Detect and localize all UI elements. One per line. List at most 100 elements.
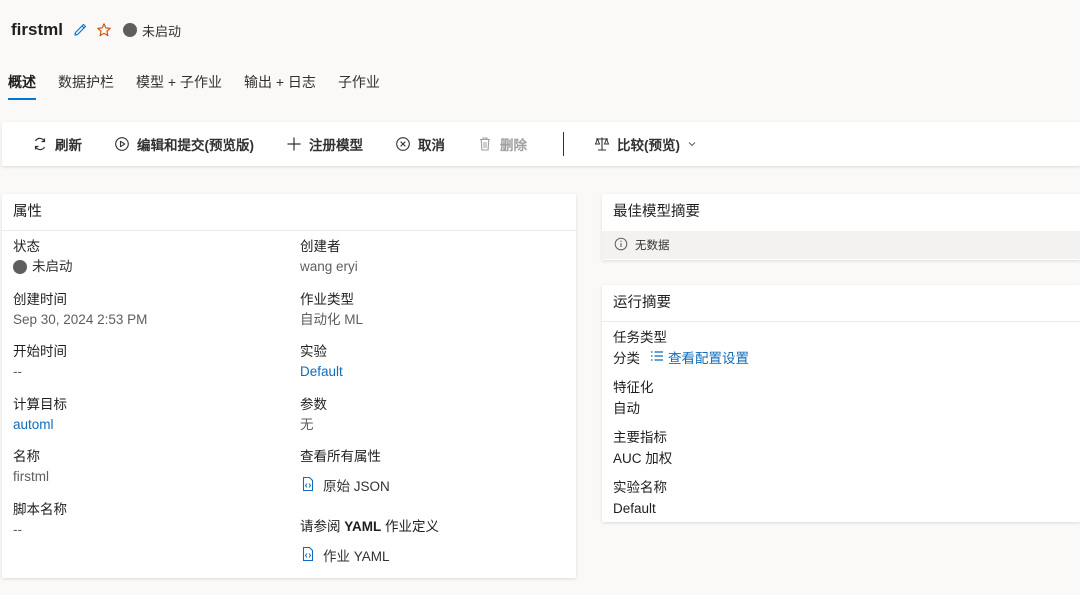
register-model-label: 注册模型	[309, 138, 363, 153]
prop-script-value: --	[13, 522, 22, 537]
run-summary-card: 运行摘要 任务类型 分类 查看配置设置 特征化 自动 主要指标 AUC 加权 实…	[602, 285, 1080, 522]
rs-metric-label: 主要指标	[613, 430, 667, 445]
prop-compute: 计算目标 automl	[13, 396, 67, 435]
plus-icon	[286, 136, 302, 152]
no-data-text: 无数据	[635, 240, 670, 252]
prop-start: 开始时间 --	[13, 343, 67, 382]
job-status: 未启动	[122, 21, 181, 40]
experiment-link[interactable]: Default	[300, 362, 343, 382]
job-yaml-link[interactable]: 作业 YAML	[300, 545, 390, 565]
no-data-banner: 无数据	[602, 231, 1080, 259]
job-title: firstml	[11, 20, 63, 39]
prop-yaml-label: 请参阅 YAML 作业定义	[300, 518, 439, 536]
tab-bar: 概述 数据护栏 模型 + 子作业 输出 + 日志 子作业	[8, 70, 380, 100]
tab-overview[interactable]: 概述	[8, 70, 36, 100]
prop-start-value: --	[13, 364, 22, 379]
properties-title: 属性	[2, 194, 576, 231]
rs-task-type: 任务类型 分类 查看配置设置	[613, 329, 749, 369]
prop-yaml: 请参阅 YAML 作业定义 作业 YAML	[300, 518, 439, 565]
prop-created: 创建时间 Sep 30, 2024 2:53 PM	[13, 291, 147, 330]
status-dot-icon	[13, 260, 27, 274]
cancel-label: 取消	[418, 138, 445, 153]
view-config-label: 查看配置设置	[668, 351, 749, 366]
yaml-bold: YAML	[344, 519, 382, 534]
edit-submit-button[interactable]: 编辑和提交(预览版)	[114, 134, 254, 154]
code-file-icon	[300, 546, 316, 565]
run-summary-title: 运行摘要	[602, 285, 1080, 322]
compare-label: 比较(预览)	[617, 138, 680, 153]
rs-featurization-value: 自动	[613, 401, 640, 416]
rs-task-value: 分类	[613, 351, 640, 366]
view-config-link[interactable]: 查看配置设置	[650, 349, 749, 369]
prop-params-label: 参数	[300, 397, 327, 412]
prop-creator-value: wang eryi	[300, 259, 358, 274]
prop-status-value: 未启动	[13, 257, 73, 277]
best-model-card: 最佳模型摘要 无数据	[602, 194, 1080, 260]
refresh-button[interactable]: 刷新	[32, 134, 82, 154]
rs-primary-metric: 主要指标 AUC 加权	[613, 429, 672, 469]
star-icon[interactable]	[95, 21, 113, 39]
command-toolbar: 刷新 编辑和提交(预览版) 注册模型 取消 删除 比较(预览)	[2, 122, 1080, 166]
prop-status-text: 未启动	[32, 259, 73, 274]
refresh-label: 刷新	[55, 138, 82, 153]
chevron-down-icon	[687, 137, 697, 152]
prop-script-label: 脚本名称	[13, 502, 67, 517]
rs-experiment-name: 实验名称 Default	[613, 479, 667, 519]
scale-icon	[594, 136, 610, 152]
prop-creator: 创建者 wang eryi	[300, 238, 358, 277]
toolbar-divider	[563, 132, 564, 156]
refresh-icon	[32, 136, 48, 152]
status-dot-icon	[122, 23, 137, 37]
prop-params: 参数 无	[300, 396, 327, 435]
yaml-prefix: 请参阅	[300, 519, 345, 534]
register-model-button[interactable]: 注册模型	[286, 134, 363, 154]
cancel-circle-icon	[395, 136, 411, 152]
play-circle-icon	[114, 136, 130, 152]
edit-submit-label: 编辑和提交(预览版)	[137, 138, 254, 153]
tab-models-child-jobs[interactable]: 模型 + 子作业	[136, 70, 222, 100]
rs-task-row: 分类 查看配置设置	[613, 349, 749, 369]
rs-task-label: 任务类型	[613, 330, 667, 345]
delete-button[interactable]: 删除	[477, 134, 527, 154]
prop-experiment-label: 实验	[300, 344, 327, 359]
prop-status: 状态 未启动	[13, 238, 73, 277]
rs-featurization-label: 特征化	[613, 380, 654, 395]
delete-label: 删除	[500, 138, 527, 153]
prop-jobtype: 作业类型 自动化 ML	[300, 291, 363, 330]
rs-experiment-value: Default	[613, 501, 656, 516]
job-header: firstml 未启动	[11, 18, 181, 42]
cancel-button[interactable]: 取消	[395, 134, 445, 154]
rs-featurization: 特征化 自动	[613, 379, 654, 419]
job-status-text: 未启动	[141, 23, 181, 39]
best-model-title: 最佳模型摘要	[613, 204, 700, 220]
compare-button[interactable]: 比较(预览)	[594, 134, 697, 154]
properties-card: 属性 状态 未启动 创建时间 Sep 30, 2024 2:53 PM 开始时间…	[2, 194, 576, 578]
compute-target-link[interactable]: automl	[13, 415, 67, 435]
prop-script: 脚本名称 --	[13, 501, 67, 540]
prop-all-properties-label: 查看所有属性	[300, 449, 381, 464]
info-icon	[614, 237, 628, 254]
prop-name-value: firstml	[13, 469, 49, 484]
prop-jobtype-label: 作业类型	[300, 292, 354, 307]
raw-json-link[interactable]: 原始 JSON	[300, 475, 390, 495]
trash-icon	[477, 136, 493, 152]
prop-compute-label: 计算目标	[13, 397, 67, 412]
prop-experiment: 实验 Default	[300, 343, 343, 382]
code-file-icon	[300, 476, 316, 495]
tab-child-jobs[interactable]: 子作业	[338, 70, 380, 100]
prop-name: 名称 firstml	[13, 448, 49, 487]
prop-params-value: 无	[300, 417, 314, 432]
prop-start-label: 开始时间	[13, 344, 67, 359]
tab-data-guardrails[interactable]: 数据护栏	[58, 70, 114, 100]
prop-created-value: Sep 30, 2024 2:53 PM	[13, 312, 148, 327]
prop-jobtype-value: 自动化 ML	[300, 312, 364, 327]
prop-all-properties: 查看所有属性 原始 JSON	[300, 448, 390, 495]
raw-json-label: 原始 JSON	[323, 479, 390, 494]
prop-created-label: 创建时间	[13, 292, 67, 307]
pencil-icon[interactable]	[71, 21, 89, 39]
list-icon	[650, 349, 664, 369]
yaml-suffix: 作业定义	[381, 519, 440, 534]
rs-metric-value: AUC 加权	[613, 451, 673, 466]
tab-outputs-logs[interactable]: 输出 + 日志	[244, 70, 316, 100]
job-yaml-label: 作业 YAML	[323, 549, 390, 564]
